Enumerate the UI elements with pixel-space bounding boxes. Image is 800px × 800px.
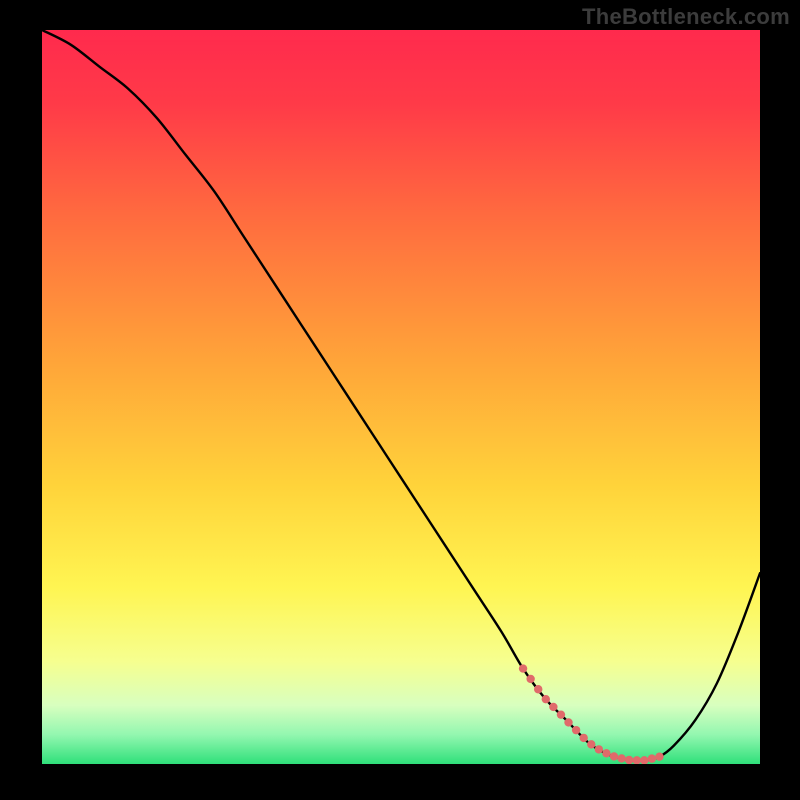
watermark-text: TheBottleneck.com bbox=[582, 4, 790, 30]
plot-area bbox=[42, 30, 760, 764]
chart-frame: TheBottleneck.com bbox=[0, 0, 800, 800]
gradient-background bbox=[42, 30, 760, 764]
chart-svg bbox=[42, 30, 760, 764]
